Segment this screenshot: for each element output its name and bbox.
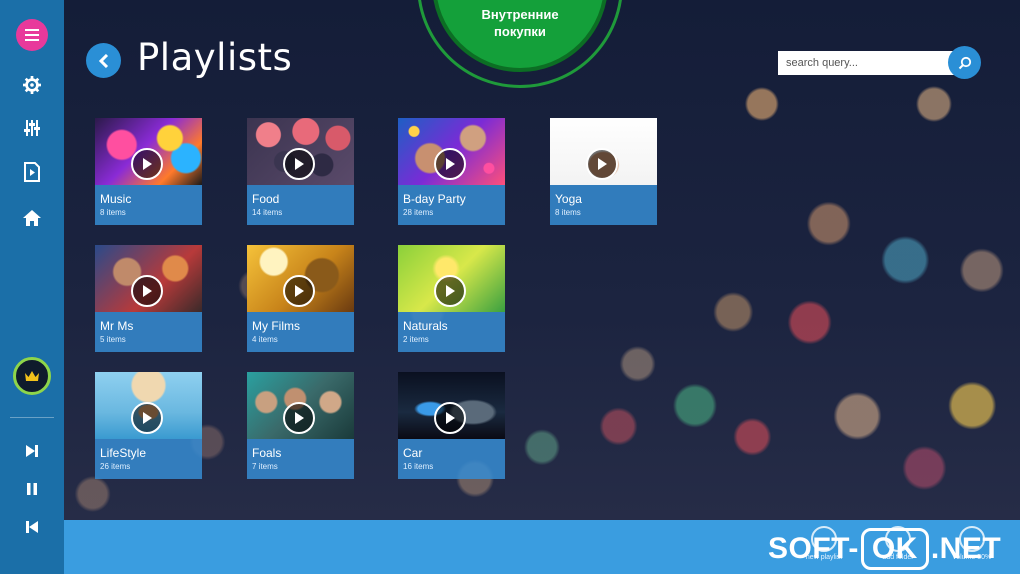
playlist-count: 4 items	[252, 335, 278, 344]
playlist-count: 8 items	[100, 208, 126, 217]
playlist-name: My Films	[252, 319, 300, 333]
playlist-name: Food	[252, 192, 280, 206]
playlist-tile-car[interactable]: Car 16 items	[398, 372, 505, 479]
playlist-count: 8 items	[555, 208, 581, 217]
play-button[interactable]	[283, 148, 315, 180]
watermark-right: .NET	[930, 532, 1002, 565]
playlist-tile-music[interactable]: Music 8 items	[95, 118, 202, 225]
playlist-tile-food[interactable]: Food 14 items	[247, 118, 354, 225]
play-icon	[446, 412, 455, 424]
playlist-count: 7 items	[252, 462, 278, 471]
playlist-tile-naturals[interactable]: Naturals 2 items	[398, 245, 505, 352]
sidebar-divider	[10, 417, 54, 418]
playlist-count: 2 items	[403, 335, 429, 344]
equalizer-icon	[24, 120, 40, 136]
playlist-name: Yoga	[555, 192, 582, 206]
playlist-name: LifeStyle	[100, 446, 147, 460]
equalizer-button[interactable]	[0, 110, 64, 146]
chevron-left-icon	[98, 53, 108, 68]
play-icon	[295, 285, 304, 297]
play-icon	[143, 285, 152, 297]
playlist-count: 14 items	[252, 208, 283, 217]
play-button[interactable]	[434, 402, 466, 434]
home-icon	[23, 210, 41, 226]
gear-icon	[23, 76, 41, 94]
next-track-icon	[26, 445, 38, 457]
premium-button[interactable]	[0, 356, 64, 396]
play-button[interactable]	[131, 275, 163, 307]
play-icon	[143, 412, 152, 424]
previous-track-icon	[26, 521, 38, 533]
playlist-tile-yoga[interactable]: Yoga 8 items	[550, 118, 657, 225]
play-icon	[446, 285, 455, 297]
pause-button[interactable]	[0, 471, 64, 507]
playlist-name: Car	[403, 446, 423, 460]
home-button[interactable]	[0, 200, 64, 236]
playlist-count: 5 items	[100, 335, 126, 344]
playlist-tile-mr-ms[interactable]: Mr Ms 5 items	[95, 245, 202, 352]
playlist-count: 26 items	[100, 462, 131, 471]
playlist-name: Music	[100, 192, 132, 206]
playlist-tile-my-films[interactable]: My Films 4 items	[247, 245, 354, 352]
play-icon	[446, 158, 455, 170]
settings-button[interactable]	[0, 67, 64, 103]
playlist-tile-lifestyle[interactable]: LifeStyle 26 items	[95, 372, 202, 479]
play-button[interactable]	[131, 402, 163, 434]
next-track-button[interactable]	[0, 433, 64, 469]
promo-label: Внутренние покупки	[481, 7, 559, 39]
watermark: SOFT- OK .NET	[768, 526, 1001, 572]
playlist-count: 16 items	[403, 462, 434, 471]
pause-icon	[27, 483, 37, 495]
play-icon	[295, 412, 304, 424]
playlist-tile-foals[interactable]: Foals 7 items	[247, 372, 354, 479]
playlist-tile-bday-party[interactable]: B-day Party 28 items	[398, 118, 505, 225]
play-icon	[598, 158, 607, 170]
previous-track-button[interactable]	[0, 509, 64, 545]
menu-button[interactable]	[0, 17, 64, 53]
play-button[interactable]	[434, 148, 466, 180]
play-button[interactable]	[283, 275, 315, 307]
search-icon	[958, 56, 971, 69]
playlist-name: Foals	[252, 446, 282, 460]
play-button[interactable]	[131, 148, 163, 180]
play-button[interactable]	[283, 402, 315, 434]
menu-icon	[16, 19, 48, 51]
page-title: Playlists	[137, 36, 293, 79]
sidebar	[0, 0, 64, 574]
playlist-count: 28 items	[403, 208, 434, 217]
play-button[interactable]	[434, 275, 466, 307]
watermark-ok: OK	[860, 528, 929, 570]
playlist-name: Mr Ms	[100, 319, 134, 333]
search-input[interactable]	[778, 51, 956, 75]
play-icon	[143, 158, 152, 170]
play-icon	[295, 158, 304, 170]
crown-icon	[13, 357, 51, 395]
media-file-button[interactable]	[0, 154, 64, 190]
playlist-name: B-day Party	[403, 192, 466, 206]
media-file-icon	[24, 162, 40, 182]
back-button[interactable]	[86, 43, 121, 78]
watermark-left: SOFT-	[768, 532, 859, 565]
play-button[interactable]	[586, 148, 618, 180]
playlist-name: Naturals	[403, 319, 448, 333]
search-button[interactable]	[948, 46, 981, 79]
